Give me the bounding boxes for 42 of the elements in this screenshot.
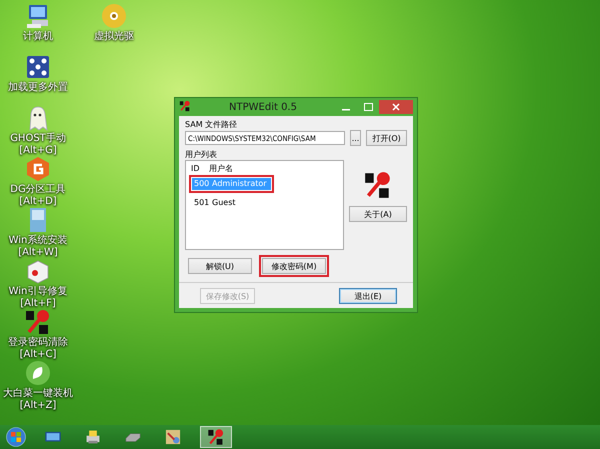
user-row[interactable]: 500 Administrator bbox=[192, 178, 271, 190]
window-title: NTPWEdit 0.5 bbox=[228, 102, 298, 112]
column-header[interactable]: ID bbox=[191, 163, 205, 175]
tools-icon[interactable] bbox=[164, 428, 182, 446]
disc-icon bbox=[100, 2, 128, 30]
hotkey-label: [Alt+C] bbox=[20, 349, 56, 361]
user-name: Guest bbox=[212, 197, 236, 209]
hotkey-label: [Alt+D] bbox=[19, 196, 57, 208]
user-name: Administrator bbox=[212, 178, 267, 190]
action-button[interactable]: 解锁(U) bbox=[188, 258, 252, 274]
about-button[interactable]: 关于(A) bbox=[349, 206, 407, 222]
sam-label: SAM 文件路径 bbox=[185, 119, 238, 130]
key-icon bbox=[24, 308, 52, 336]
exit-button[interactable]: 退出(E) bbox=[339, 288, 397, 304]
close-icon bbox=[392, 103, 400, 111]
icon-label[interactable]: 大白菜一键装机 bbox=[3, 388, 73, 400]
network-icon bbox=[24, 53, 52, 81]
partition-icon bbox=[24, 155, 52, 183]
key-icon bbox=[363, 170, 393, 200]
icon-label[interactable]: 登录密码清除 bbox=[8, 337, 68, 349]
hotkey-label: [Alt+F] bbox=[20, 298, 56, 310]
icon-label[interactable]: DG分区工具 bbox=[10, 184, 66, 196]
user-row[interactable]: 501 Guest bbox=[192, 197, 238, 209]
close-button[interactable] bbox=[379, 100, 413, 114]
hotkey-label: [Alt+G] bbox=[19, 145, 57, 157]
key-icon[interactable] bbox=[207, 428, 225, 446]
action-button[interactable]: 修改密码(M) bbox=[262, 258, 326, 274]
column-header[interactable]: 用户名 bbox=[209, 163, 233, 175]
user-list-label: 用户列表 bbox=[185, 149, 218, 160]
icon-label[interactable]: Win引导修复 bbox=[8, 286, 68, 298]
browse-button[interactable]: ... bbox=[350, 130, 362, 146]
leaf-icon bbox=[24, 359, 52, 387]
icon-label[interactable]: Win系统安装 bbox=[8, 235, 68, 247]
start-button[interactable] bbox=[6, 427, 26, 447]
user-id: 500 bbox=[194, 178, 208, 190]
open-button[interactable]: 打开(O) bbox=[366, 130, 407, 146]
maximize-icon bbox=[364, 103, 372, 111]
user-id: 501 bbox=[194, 197, 208, 209]
key-icon bbox=[179, 100, 191, 112]
printer-icon[interactable] bbox=[84, 428, 102, 446]
hotkey-label: [Alt+W] bbox=[18, 247, 58, 259]
hotkey-label: [Alt+Z] bbox=[20, 400, 56, 412]
